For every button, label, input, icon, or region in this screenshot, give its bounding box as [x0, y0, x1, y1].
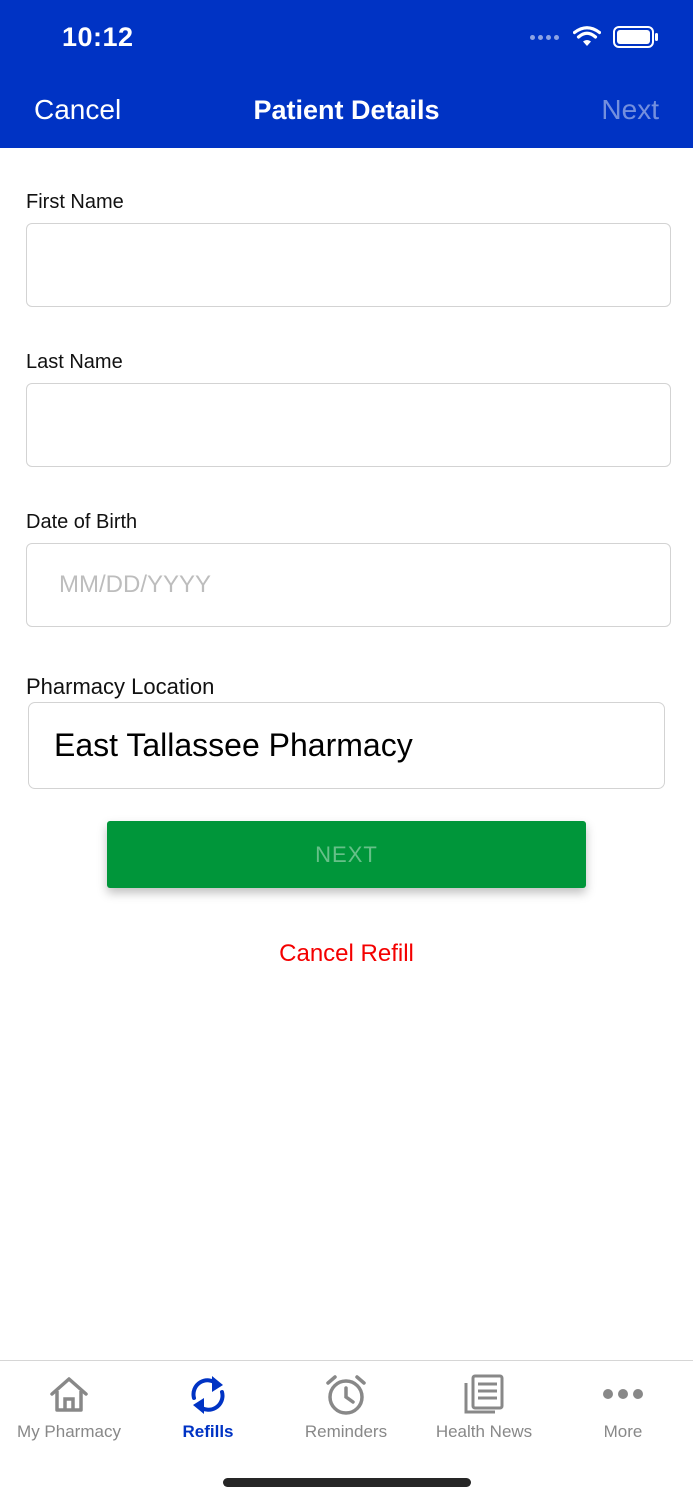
tab-health-news[interactable]: Health News — [415, 1361, 553, 1461]
tab-label: More — [603, 1422, 643, 1441]
signal-icon — [530, 34, 559, 40]
tab-label: My Pharmacy — [17, 1422, 121, 1441]
tab-label: Reminders — [304, 1422, 388, 1441]
status-time: 10:12 — [62, 22, 134, 52]
status-icons — [530, 26, 659, 48]
last-name-input[interactable] — [26, 383, 671, 467]
pharmacy-location-select[interactable]: East Tallassee Pharmacy — [28, 702, 665, 789]
tab-my-pharmacy[interactable]: My Pharmacy — [0, 1361, 138, 1461]
wifi-icon — [573, 26, 601, 46]
next-button-label: NEXT — [315, 841, 378, 867]
pharmacy-location-value: East Tallassee Pharmacy — [54, 727, 413, 763]
first-name-label: First Name — [26, 191, 124, 213]
first-name-input[interactable] — [26, 223, 671, 307]
tab-refills[interactable]: Refills — [139, 1361, 277, 1461]
more-dots-icon — [603, 1389, 643, 1399]
tab-label: Health News — [435, 1422, 533, 1441]
next-button[interactable]: NEXT — [107, 821, 586, 888]
cancel-refill-link[interactable]: Cancel Refill — [0, 940, 693, 968]
pharmacy-location-label: Pharmacy Location — [26, 674, 215, 699]
last-name-label: Last Name — [26, 351, 123, 373]
newspaper-icon — [464, 1374, 504, 1414]
battery-icon — [613, 26, 658, 48]
tab-label: Refills — [182, 1422, 234, 1441]
alarm-clock-icon — [326, 1375, 366, 1415]
home-indicator[interactable] — [223, 1478, 471, 1487]
refresh-icon — [191, 1376, 225, 1414]
dob-label: Date of Birth — [26, 511, 138, 533]
home-icon — [50, 1377, 88, 1412]
tab-more[interactable]: More — [554, 1361, 692, 1461]
header: 10:12 Cancel Patient Details Next — [0, 0, 693, 148]
tab-reminders[interactable]: Reminders — [277, 1361, 415, 1461]
next-nav-button[interactable]: Next — [601, 94, 659, 126]
cancel-button[interactable]: Cancel — [34, 94, 121, 126]
dob-input[interactable] — [26, 543, 671, 627]
